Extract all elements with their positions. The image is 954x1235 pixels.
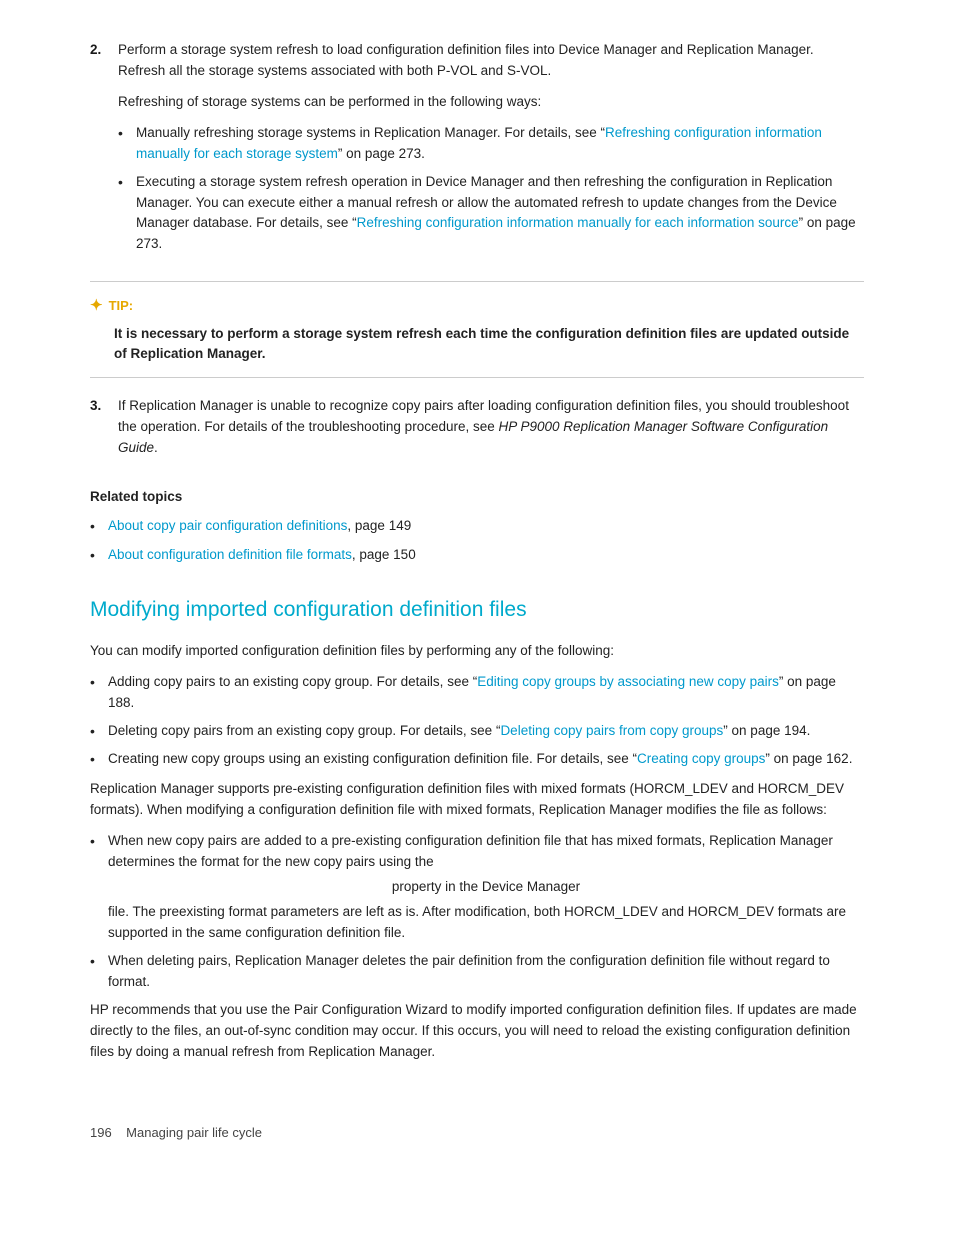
tip-icon: ✦ [90,294,103,317]
related-topics-list: About copy pair configuration definition… [90,516,864,566]
tip-box: ✦ TIP: It is necessary to perform a stor… [90,281,864,378]
section-bullet-text: Creating new copy groups using an existi… [108,749,852,770]
footer-page-number: 196 [90,1125,112,1140]
step-2: 2. Perform a storage system refresh to l… [90,40,864,263]
mixed-bullet-text: When new copy pairs are added to a pre-e… [108,831,864,944]
mixed-bullet-text: When deleting pairs, Replication Manager… [108,951,864,993]
step-2-number: 2. [90,40,108,263]
related-topics: Related topics About copy pair configura… [90,487,864,566]
bullet-text: Manually refreshing storage systems in R… [136,123,864,165]
step-2-bullets: Manually refreshing storage systems in R… [118,123,864,256]
link-editing-copy-groups[interactable]: Editing copy groups by associating new c… [477,674,779,689]
bullet-item: Executing a storage system refresh opera… [118,172,864,256]
step-2-sub: Refreshing of storage systems can be per… [118,92,864,113]
link-refreshing-info-source[interactable]: Refreshing configuration information man… [357,215,799,230]
related-topic-text: About configuration definition file form… [108,545,416,566]
section-bullet-item: Adding copy pairs to an existing copy gr… [90,672,864,714]
tip-label: TIP: [109,296,134,316]
section-bullets: Adding copy pairs to an existing copy gr… [90,672,864,771]
mixed-format-bullets: When new copy pairs are added to a pre-e… [90,831,864,992]
step-2-content: Perform a storage system refresh to load… [118,40,864,263]
tip-header: ✦ TIP: [90,294,864,317]
related-topic-text: About copy pair configuration definition… [108,516,411,537]
bullet-text: Executing a storage system refresh opera… [136,172,864,256]
section-bullet-text: Adding copy pairs to an existing copy gr… [108,672,864,714]
step-3: 3. If Replication Manager is unable to r… [90,396,864,469]
tip-content: It is necessary to perform a storage sys… [114,324,864,366]
section-bullet-text: Deleting copy pairs from an existing cop… [108,721,810,742]
link-deleting-copy-pairs[interactable]: Deleting copy pairs from copy groups [500,723,723,738]
step-3-content: If Replication Manager is unable to reco… [118,396,864,469]
section-bullet-item: Deleting copy pairs from an existing cop… [90,721,864,743]
footer: 196 Managing pair life cycle [90,1123,864,1143]
section-heading: Modifying imported configuration definit… [90,594,864,627]
footer-section: Managing pair life cycle [126,1125,262,1140]
mixed-bullet-item: When new copy pairs are added to a pre-e… [90,831,864,944]
related-topics-header: Related topics [90,487,864,508]
section-para2: HP recommends that you use the Pair Conf… [90,1000,864,1063]
related-topic-item: About configuration definition file form… [90,545,864,567]
link-about-copy-pair[interactable]: About copy pair configuration definition… [108,518,347,533]
related-topic-item: About copy pair configuration definition… [90,516,864,538]
link-about-config-formats[interactable]: About configuration definition file form… [108,547,352,562]
step-2-main: Perform a storage system refresh to load… [118,40,864,82]
link-creating-copy-groups[interactable]: Creating copy groups [637,751,765,766]
section-para1: Replication Manager supports pre-existin… [90,779,864,821]
bullet-item: Manually refreshing storage systems in R… [118,123,864,165]
mixed-bullet-item: When deleting pairs, Replication Manager… [90,951,864,993]
section-bullet-item: Creating new copy groups using an existi… [90,749,864,771]
section-intro: You can modify imported configuration de… [90,641,864,662]
step-3-text: If Replication Manager is unable to reco… [118,396,864,459]
page: 2. Perform a storage system refresh to l… [0,0,954,1235]
step-3-number: 3. [90,396,108,469]
